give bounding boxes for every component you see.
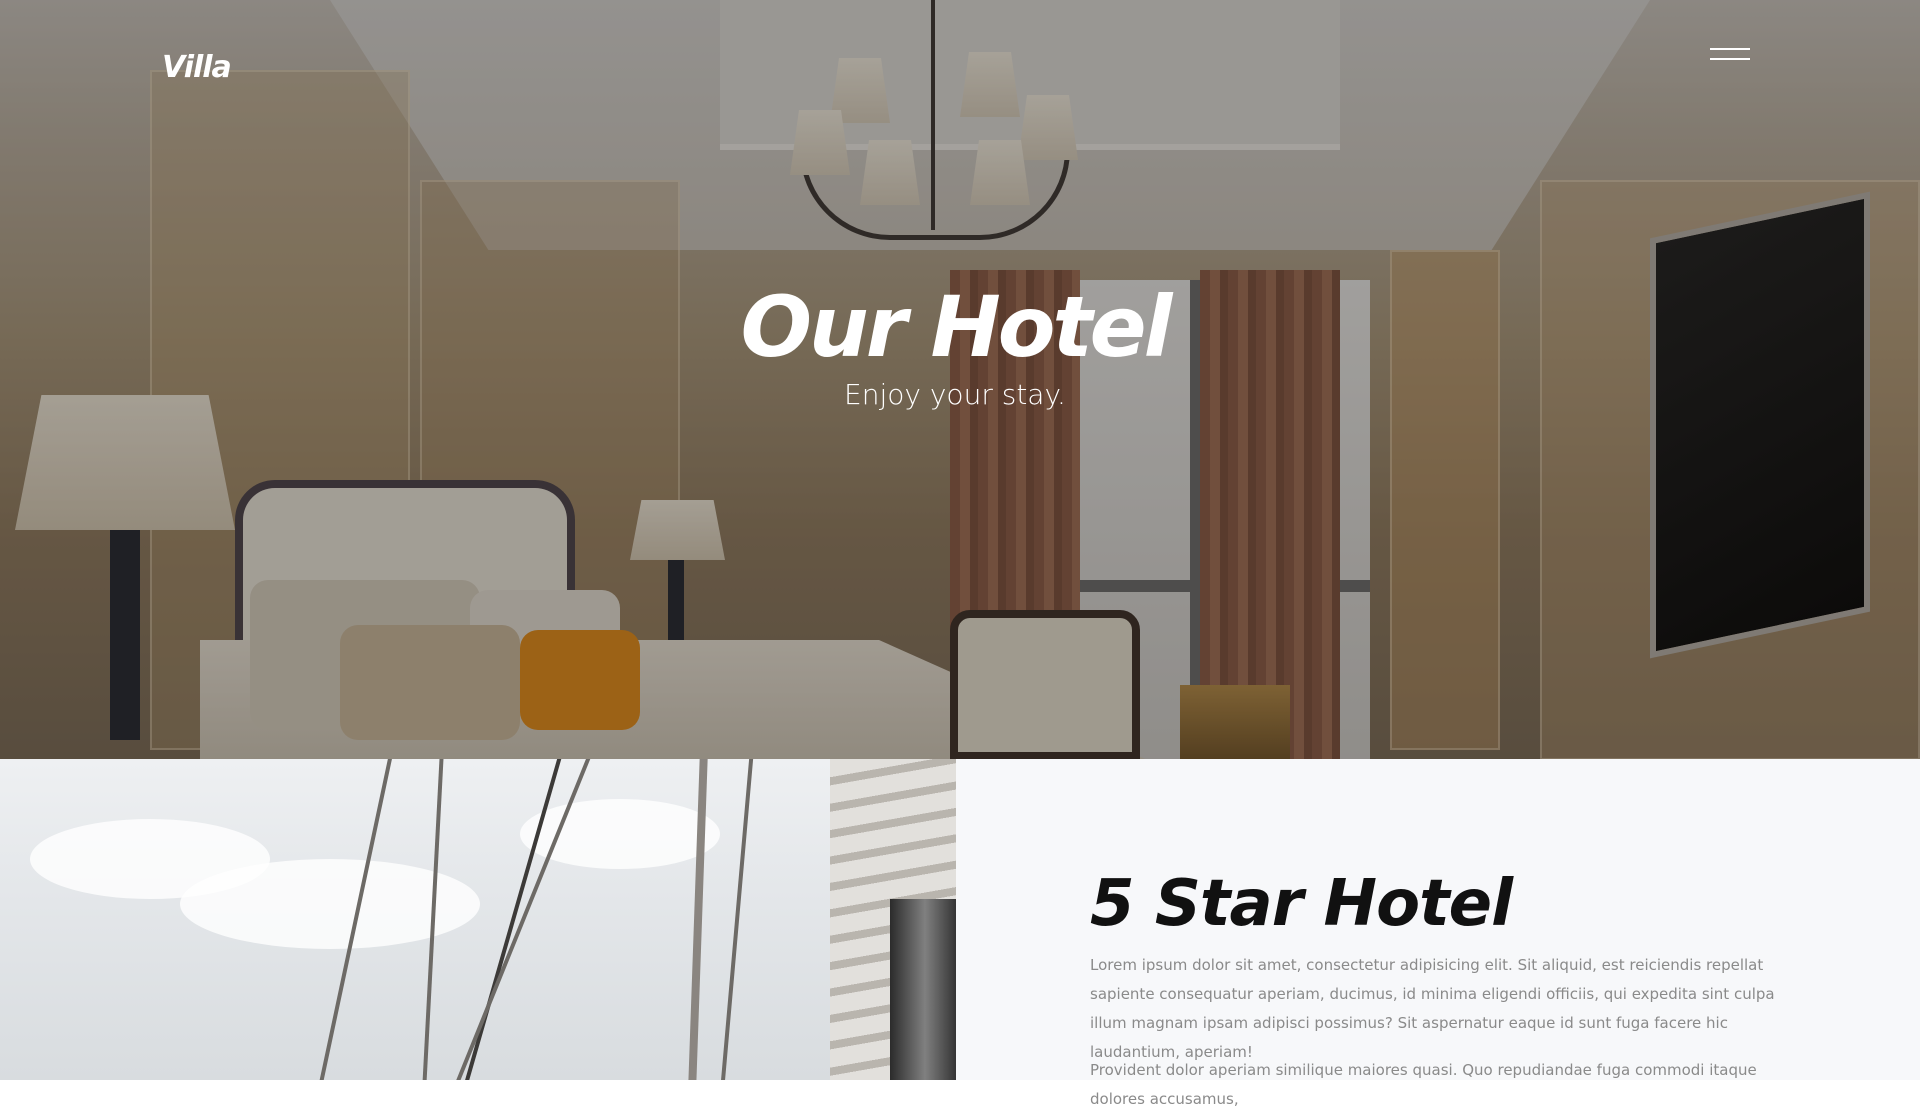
- boat-mast: [890, 899, 956, 1080]
- feature-paragraph: Lorem ipsum dolor sit amet, consectetur …: [1090, 956, 1775, 1061]
- rigging-rope: [716, 759, 754, 1080]
- rigging-rope: [455, 759, 564, 1080]
- hero-subtitle: Enjoy your stay.: [844, 378, 1066, 411]
- menu-line: [1710, 58, 1750, 60]
- site-logo[interactable]: Villa: [162, 50, 232, 85]
- feature-title: 5 Star Hotel: [1090, 867, 1513, 941]
- menu-line: [1710, 48, 1750, 50]
- feature-paragraph: Provident dolor aperiam similique maiore…: [1090, 1061, 1757, 1108]
- hero-section: Villa Our Hotel Enjoy your stay.: [0, 0, 1920, 759]
- feature-content: 5 Star Hotel Lorem ipsum dolor sit amet,…: [956, 759, 1920, 1108]
- rigging-rope: [686, 759, 708, 1080]
- feature-section: 5 Star Hotel Lorem ipsum dolor sit amet,…: [0, 759, 1920, 1108]
- hamburger-menu-icon[interactable]: [1708, 48, 1752, 78]
- sailboat-image: [0, 759, 956, 1080]
- hero-title: Our Hotel: [740, 278, 1173, 376]
